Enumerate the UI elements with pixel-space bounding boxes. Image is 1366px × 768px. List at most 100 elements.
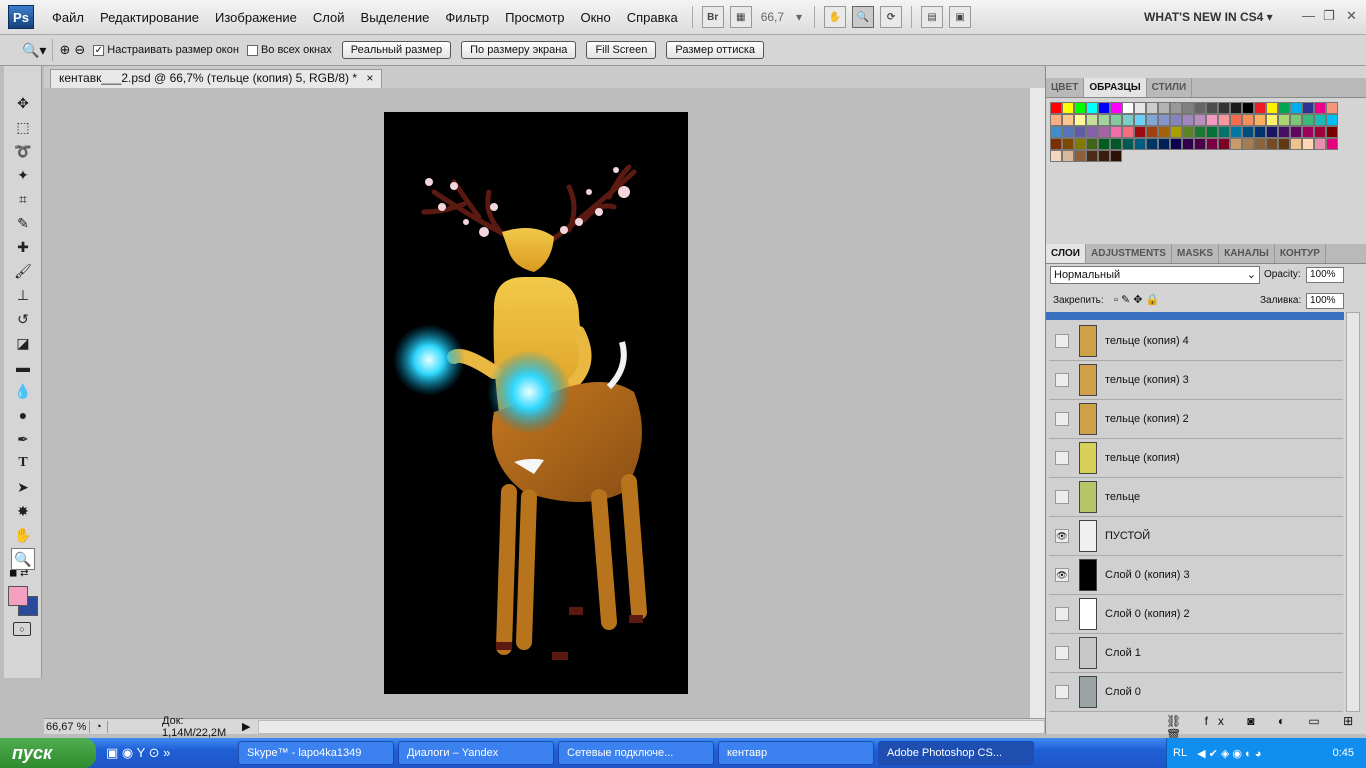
task-yandex[interactable]: Диалоги – Yandex — [398, 741, 554, 765]
color-swatch[interactable] — [1170, 138, 1182, 150]
color-swatch[interactable] — [1326, 114, 1338, 126]
layer-row[interactable]: тельце — [1049, 478, 1343, 517]
bridge-button[interactable]: Br — [701, 6, 724, 28]
marquee-tool-icon[interactable]: ⬚ — [11, 116, 35, 138]
visibility-toggle[interactable] — [1055, 451, 1069, 465]
color-swatch[interactable] — [1278, 138, 1290, 150]
default-colors-icon[interactable]: ◼ ⇄ — [9, 568, 28, 579]
color-swatch[interactable] — [1182, 126, 1194, 138]
eraser-tool-icon[interactable]: ◪ — [11, 332, 35, 354]
canvas-vertical-scrollbar[interactable] — [1029, 88, 1045, 718]
color-swatch[interactable] — [1254, 114, 1266, 126]
color-swatch[interactable] — [1050, 114, 1062, 126]
color-swatch[interactable] — [1302, 114, 1314, 126]
gradient-tool-icon[interactable]: ▬ — [11, 356, 35, 378]
color-swatch[interactable] — [1134, 138, 1146, 150]
color-swatch[interactable] — [1218, 114, 1230, 126]
color-swatch[interactable] — [1326, 138, 1338, 150]
color-swatch[interactable] — [1194, 126, 1206, 138]
hand-tool-icon[interactable]: ✋ — [824, 6, 847, 28]
color-swatch[interactable] — [1218, 126, 1230, 138]
quick-mask-icon[interactable]: ○ — [13, 622, 31, 636]
color-swatch[interactable] — [1254, 138, 1266, 150]
color-swatch[interactable] — [1062, 138, 1074, 150]
color-swatch[interactable] — [1074, 114, 1086, 126]
tab-adjustments[interactable]: ADJUSTMENTS — [1086, 244, 1172, 263]
color-swatch[interactable] — [1098, 126, 1110, 138]
minimize-icon[interactable]: — — [1302, 8, 1315, 23]
color-swatch[interactable] — [1098, 138, 1110, 150]
color-swatch[interactable] — [1062, 114, 1074, 126]
color-swatch[interactable] — [1110, 102, 1122, 114]
pen-tool-icon[interactable]: ✒ — [11, 428, 35, 450]
foreground-color-swatch[interactable] — [8, 586, 28, 606]
arrange-documents-icon[interactable]: ▤ — [921, 6, 944, 28]
hand-tool-icon[interactable]: ✋ — [11, 524, 35, 546]
tab-masks[interactable]: MASKS — [1172, 244, 1220, 263]
color-swatch[interactable] — [1218, 102, 1230, 114]
visibility-toggle[interactable] — [1055, 412, 1069, 426]
color-swatch[interactable] — [1110, 138, 1122, 150]
color-swatch[interactable] — [1110, 114, 1122, 126]
color-swatch[interactable] — [1122, 138, 1134, 150]
color-swatch[interactable] — [1194, 102, 1206, 114]
color-swatch[interactable] — [1158, 126, 1170, 138]
zoom-tool-preset-icon[interactable]: 🔍▾ — [22, 42, 46, 59]
eye-icon[interactable]: 👁 — [1055, 529, 1069, 543]
eyedropper-tool-icon[interactable]: ✎ — [11, 212, 35, 234]
color-swatch[interactable] — [1158, 114, 1170, 126]
color-swatch[interactable] — [1242, 102, 1254, 114]
color-swatch[interactable] — [1242, 138, 1254, 150]
layer-row[interactable]: Слой 0 — [1049, 673, 1343, 712]
lasso-tool-icon[interactable]: ➰ — [11, 140, 35, 162]
layer-row[interactable]: тельце (копия) — [1049, 439, 1343, 478]
menu-help[interactable]: Справка — [619, 0, 686, 35]
close-tab-icon[interactable]: × — [366, 71, 373, 85]
color-swatch[interactable] — [1098, 150, 1110, 162]
zoom-out-icon[interactable]: ⊖ — [74, 42, 85, 58]
layer-row[interactable]: Слой 1 — [1049, 634, 1343, 673]
menu-layer[interactable]: Слой — [305, 0, 353, 35]
visibility-toggle[interactable] — [1055, 607, 1069, 621]
path-selection-icon[interactable]: ➤ — [11, 476, 35, 498]
color-swatch[interactable] — [1278, 114, 1290, 126]
move-tool-icon[interactable]: ✥ — [11, 92, 35, 114]
task-skype[interactable]: Skype™ - lapo4ka1349 — [238, 741, 394, 765]
view-extras-button[interactable]: ▦ — [729, 6, 752, 28]
color-swatch[interactable] — [1170, 126, 1182, 138]
document-tab[interactable]: кентавк___2.psd @ 66,7% (тельце (копия) … — [50, 69, 383, 88]
color-swatch[interactable] — [1242, 126, 1254, 138]
color-swatch[interactable] — [1086, 102, 1098, 114]
artwork-canvas[interactable] — [384, 112, 688, 694]
color-swatch[interactable] — [1302, 138, 1314, 150]
visibility-toggle[interactable] — [1055, 490, 1069, 504]
color-swatch[interactable] — [1314, 102, 1326, 114]
color-swatch[interactable] — [1146, 102, 1158, 114]
color-swatch[interactable] — [1146, 126, 1158, 138]
dodge-tool-icon[interactable]: ● — [11, 404, 35, 426]
color-swatch[interactable] — [1050, 150, 1062, 162]
color-swatch[interactable] — [1074, 138, 1086, 150]
zoom-tool-icon[interactable]: 🔍 — [852, 6, 875, 28]
fill-screen-button[interactable]: Fill Screen — [586, 41, 657, 59]
actual-pixels-button[interactable]: Реальный размер — [341, 41, 452, 59]
eye-icon[interactable]: 👁 — [1055, 568, 1069, 582]
color-swatch[interactable] — [1122, 126, 1134, 138]
chevron-down-icon[interactable]: ▾ — [796, 10, 802, 24]
color-swatch[interactable] — [1254, 126, 1266, 138]
color-swatch[interactable] — [1278, 126, 1290, 138]
color-swatch[interactable] — [1122, 102, 1134, 114]
fill-field[interactable]: 100% — [1306, 293, 1344, 309]
color-swatch[interactable] — [1182, 138, 1194, 150]
opacity-field[interactable]: 100% — [1306, 267, 1344, 283]
visibility-toggle[interactable] — [1055, 373, 1069, 387]
color-swatch[interactable] — [1278, 102, 1290, 114]
status-menu-icon[interactable]: ◔ — [90, 720, 108, 733]
color-swatch[interactable] — [1182, 102, 1194, 114]
color-swatch[interactable] — [1098, 102, 1110, 114]
color-swatch[interactable] — [1206, 102, 1218, 114]
color-swatch[interactable] — [1170, 114, 1182, 126]
color-swatch[interactable] — [1074, 150, 1086, 162]
status-zoom[interactable]: 66,67 % — [44, 720, 90, 733]
color-swatch[interactable] — [1314, 138, 1326, 150]
